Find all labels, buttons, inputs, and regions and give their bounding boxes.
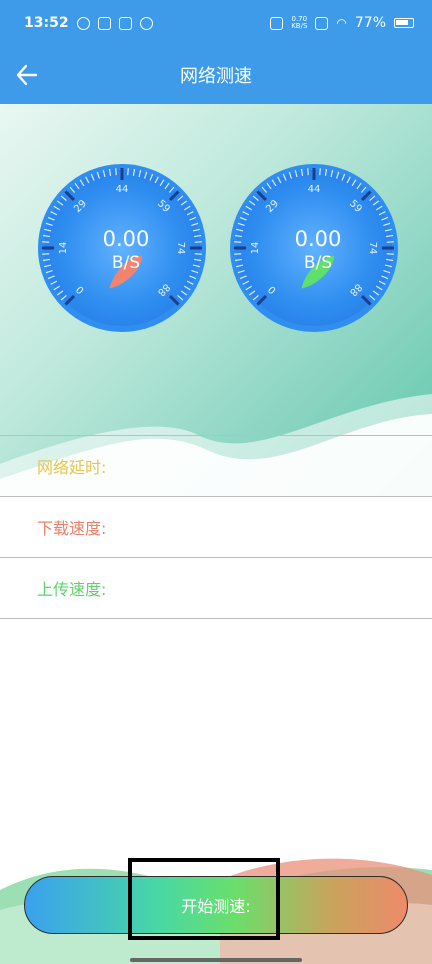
latency-row: 网络延时: — [0, 435, 432, 496]
gauge-tick-label: 14 — [250, 242, 261, 255]
status-right: 0.70 KB/S ◠ 77% — [270, 15, 414, 31]
result-list: 网络延时: 下载速度: 上传速度: — [0, 435, 432, 619]
gauge-tick — [386, 241, 394, 243]
wifi-icon: ◠ — [336, 16, 347, 30]
upload-gauge: 01429445974880.00B/S — [230, 164, 398, 332]
app-bar: 网络测速 — [0, 46, 432, 104]
gauge-tick — [319, 168, 321, 176]
gauge-tick-label: 74 — [175, 242, 186, 255]
latency-label: 网络延时: — [37, 458, 107, 477]
arrow-left-icon[interactable] — [12, 58, 46, 92]
gauge-unit: B/S — [304, 253, 332, 273]
net-speed: 0.70 KB/S — [291, 16, 307, 30]
gauge-tick — [42, 253, 50, 255]
start-test-button[interactable]: 开始测速: — [24, 876, 408, 934]
fan-icon — [139, 16, 153, 30]
download-gauge: 01429445974880.00B/S — [38, 164, 206, 332]
gauge-tick — [307, 168, 309, 176]
vpn-icon — [76, 16, 90, 30]
gauge-tick-label: 74 — [367, 242, 378, 255]
download-label: 下载速度: — [37, 519, 107, 538]
net-speed-unit: KB/S — [291, 22, 308, 30]
sim-icon — [315, 16, 329, 30]
status-time: 13:52 — [24, 15, 69, 31]
gauge-tick — [42, 241, 50, 243]
gauge-tick — [234, 241, 242, 243]
gauge-tick — [386, 253, 394, 255]
page-title: 网络测速 — [180, 66, 252, 87]
gauge-tick-label: 44 — [308, 184, 321, 195]
gauge-tick — [234, 253, 242, 255]
gauge-tick-label: 44 — [116, 184, 129, 195]
gauge-tick — [194, 241, 202, 243]
calendar-icon — [97, 16, 111, 30]
upload-row: 上传速度: — [0, 557, 432, 619]
battery-percent: 77% — [354, 15, 386, 31]
download-row: 下载速度: — [0, 496, 432, 557]
vibrate-icon — [270, 16, 284, 30]
battery-icon — [394, 18, 414, 28]
taobao-icon — [118, 16, 132, 30]
status-bar: 13:52 0.70 KB/S ◠ 77% — [0, 0, 432, 46]
gauge-tick — [194, 253, 202, 255]
start-test-label: 开始测速: — [181, 897, 251, 916]
gauge-tick — [127, 168, 129, 176]
upload-label: 上传速度: — [37, 580, 107, 599]
gauge-tick-label: 14 — [58, 242, 69, 255]
status-left: 13:52 — [24, 15, 153, 31]
gauge-value: 0.00 — [103, 227, 150, 251]
home-indicator — [130, 958, 302, 962]
gauge-unit: B/S — [112, 253, 140, 273]
gauge-value: 0.00 — [295, 227, 342, 251]
gauge-tick — [115, 168, 117, 176]
